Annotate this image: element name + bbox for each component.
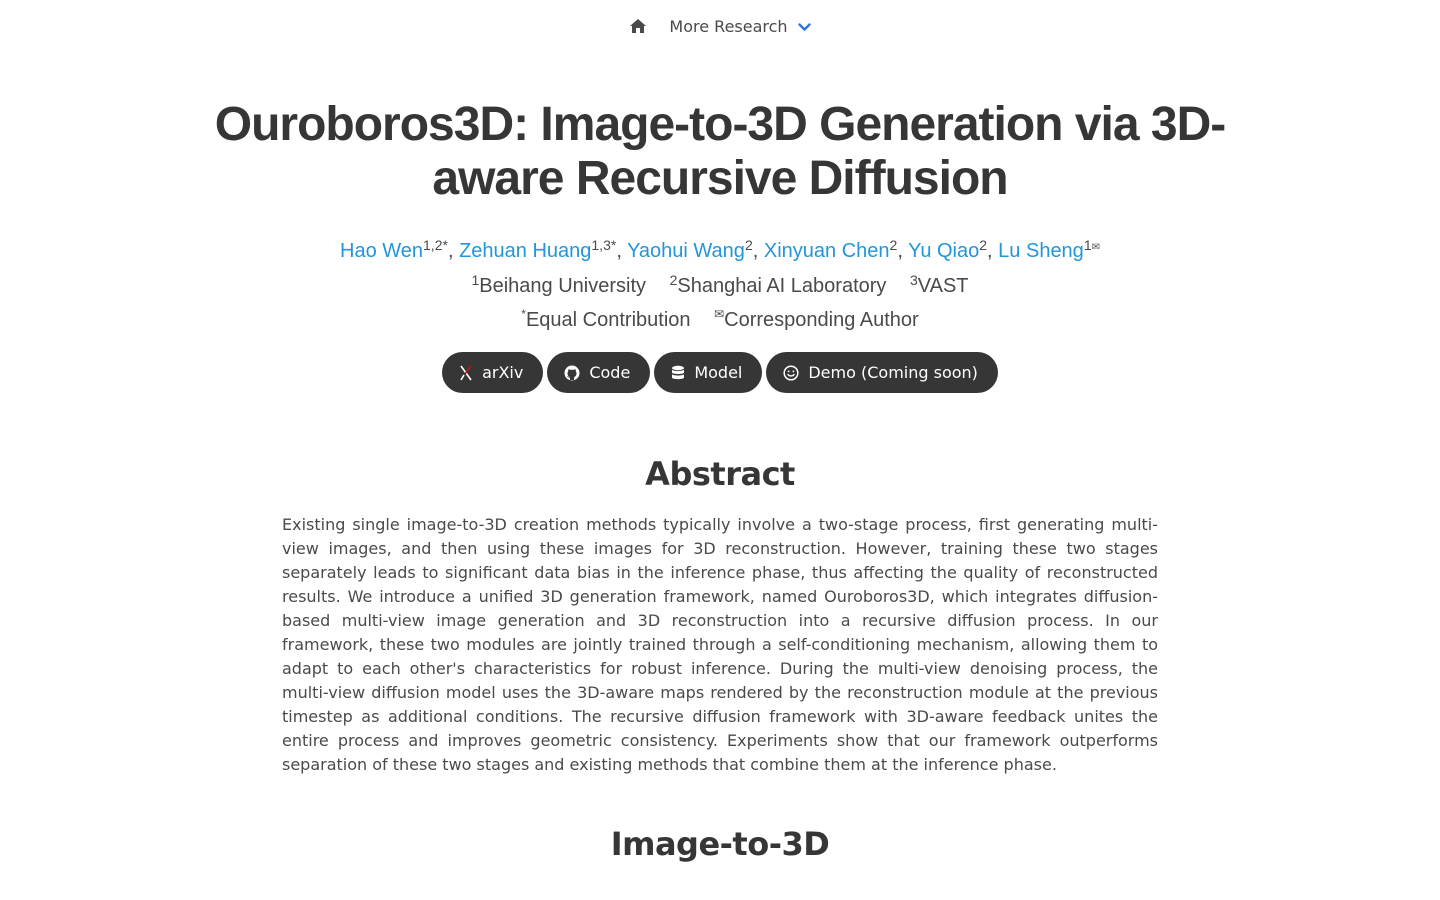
author-sup: 1✉ [1083, 237, 1100, 253]
github-icon [564, 365, 580, 381]
smile-icon [783, 364, 799, 381]
author-sup: 1,2* [423, 237, 448, 253]
link-buttons: arXiv Code Model Demo (Coming soon) [0, 352, 1440, 393]
more-research-dropdown[interactable]: More Research [669, 16, 811, 36]
code-label: Code [589, 363, 631, 382]
equal-contribution-note: *Equal Contribution [521, 307, 691, 331]
envelope-icon: ✉ [714, 307, 725, 321]
page-title: Ouroboros3D: Image-to-3D Generation via … [214, 98, 1227, 205]
model-label: Model [694, 363, 743, 382]
author-sup: 2 [979, 237, 988, 253]
demo-label: Demo (Coming soon) [808, 363, 978, 382]
model-button[interactable]: Model [654, 352, 763, 393]
abstract-heading: Abstract [645, 455, 795, 493]
author-list: Hao Wen1,2*, Zehuan Huang1,3*, Yaohui Wa… [340, 237, 1100, 262]
top-navbar: More Research [0, 0, 1440, 52]
code-button[interactable]: Code [547, 352, 651, 393]
affiliation-item: 1Beihang University [471, 272, 646, 297]
envelope-icon: ✉ [1091, 242, 1100, 253]
author-sup: 1,3* [591, 237, 617, 253]
author-link[interactable]: Hao Wen [340, 240, 423, 262]
author-link[interactable]: Yaohui Wang [627, 240, 745, 262]
affiliation-item: 3VAST [909, 272, 969, 297]
image-to-3d-heading: Image-to-3D [610, 825, 830, 863]
author-link[interactable]: Yu Qiao [908, 240, 979, 262]
affiliations: 1Beihang University 2Shanghai AI Laborat… [0, 273, 1440, 299]
author-link[interactable]: Xinyuan Chen [764, 240, 890, 262]
affiliation-item: 2Shanghai AI Laboratory [669, 272, 887, 297]
author-link[interactable]: Zehuan Huang [459, 240, 591, 262]
corresponding-author-note: ✉Corresponding Author [714, 307, 919, 331]
database-icon [671, 365, 685, 381]
home-icon[interactable] [629, 18, 647, 34]
arxiv-label: arXiv [482, 363, 524, 382]
author-sup: 2 [744, 237, 753, 253]
author-notes: *Equal Contribution ✉Corresponding Autho… [0, 307, 1440, 333]
arxiv-button[interactable]: arXiv [442, 352, 544, 393]
more-research-label: More Research [669, 16, 788, 36]
abstract-text: Existing single image-to-3D creation met… [282, 515, 1158, 774]
demo-button[interactable]: Demo (Coming soon) [766, 352, 998, 393]
author-link[interactable]: Lu Sheng [998, 240, 1084, 262]
arxiv-icon [459, 365, 473, 381]
chevron-down-icon [797, 22, 811, 32]
